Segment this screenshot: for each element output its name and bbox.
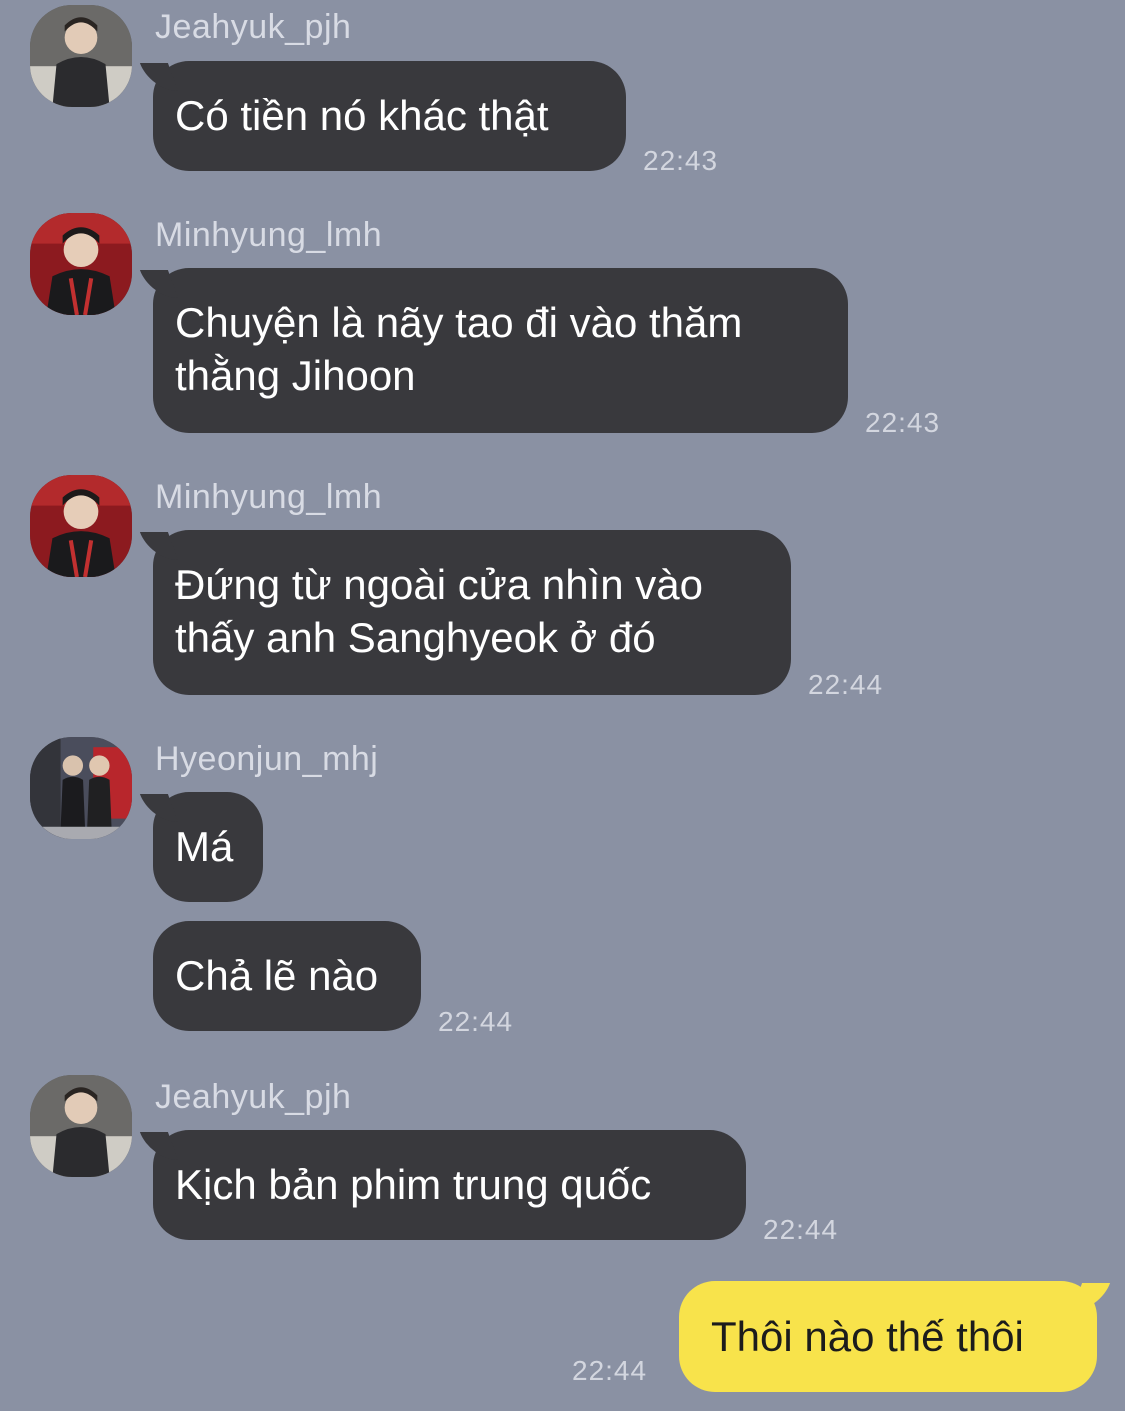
avatar-jeahyuk[interactable]: [30, 5, 132, 107]
sender-name: Jeahyuk_pjh: [155, 1078, 352, 1116]
avatar-minhyung[interactable]: [30, 213, 132, 315]
message-time: 22:44: [572, 1355, 648, 1386]
message-text: Chả lẽ nào: [175, 952, 379, 999]
sender-name: Hyeonjun_mhj: [155, 740, 379, 778]
sender-name: Minhyung_lmh: [155, 478, 383, 516]
avatar-hyeonjun[interactable]: [30, 737, 132, 839]
message-bubble[interactable]: Má: [153, 792, 263, 902]
message-text: Má: [175, 823, 234, 870]
message-text: Có tiền nó khác thật: [175, 92, 549, 139]
message-text-line: thằng Jihoon: [175, 352, 416, 399]
message-time: 22:43: [643, 145, 719, 176]
avatar-photo-icon: [30, 213, 132, 315]
message-bubble[interactable]: Chuyện là nãy tao đi vào thăm thằng Jiho…: [153, 268, 848, 433]
message-time: 22:44: [438, 1006, 514, 1037]
message-bubble[interactable]: Kịch bản phim trung quốc: [153, 1130, 746, 1240]
avatar-photo-icon: [30, 475, 132, 577]
message-text: Kịch bản phim trung quốc: [175, 1161, 652, 1208]
message-time: 22:43: [865, 407, 941, 438]
message-time: 22:44: [808, 669, 884, 700]
message-text-line: thấy anh Sanghyeok ở đó: [175, 614, 656, 661]
message-bubble[interactable]: Đứng từ ngoài cửa nhìn vào thấy anh Sang…: [153, 530, 791, 695]
message-time: 22:44: [763, 1214, 839, 1245]
avatar-photo-icon: [30, 737, 132, 839]
avatar-photo-icon: [30, 1075, 132, 1177]
message-text: Thôi nào thế thôi: [711, 1313, 1024, 1360]
message-bubble[interactable]: Có tiền nó khác thật: [153, 61, 626, 171]
avatar-photo-icon: [30, 5, 132, 107]
avatar-minhyung[interactable]: [30, 475, 132, 577]
message-text-line: Chuyện là nãy tao đi vào thăm: [175, 299, 743, 346]
avatar-jeahyuk[interactable]: [30, 1075, 132, 1177]
sender-name: Minhyung_lmh: [155, 216, 383, 254]
outgoing-message-bubble[interactable]: Thôi nào thế thôi: [679, 1281, 1097, 1392]
sender-name: Jeahyuk_pjh: [155, 8, 352, 46]
message-bubble[interactable]: Chả lẽ nào: [153, 921, 421, 1031]
message-text-line: Đứng từ ngoài cửa nhìn vào: [175, 561, 703, 608]
